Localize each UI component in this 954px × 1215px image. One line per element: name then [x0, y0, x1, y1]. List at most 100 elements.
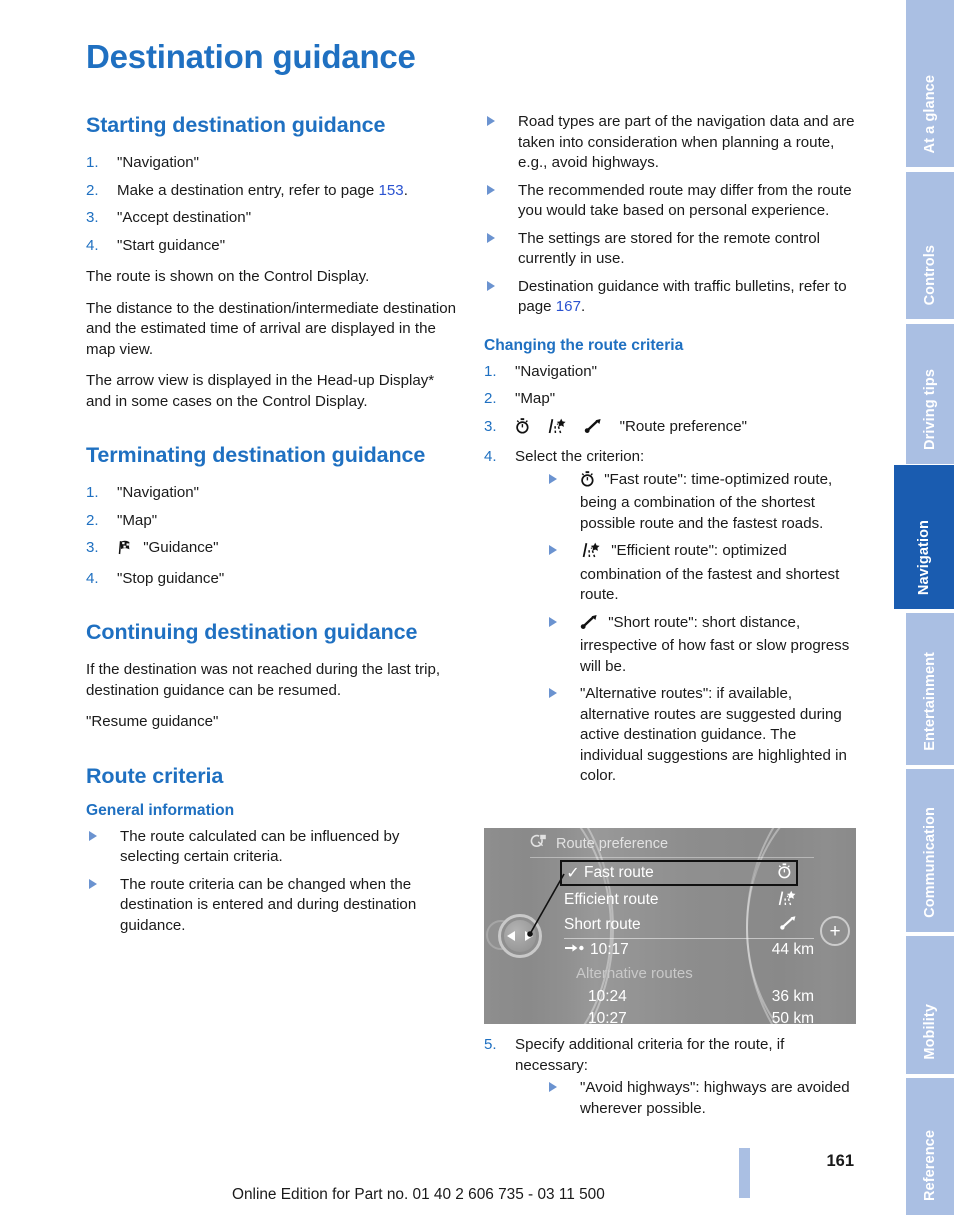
paragraph: The distance to the destination/intermed… — [86, 299, 457, 358]
sidebar-item-controls[interactable]: Controls — [906, 172, 954, 319]
page-number-bar — [739, 1148, 750, 1198]
list-item: "Avoid highways": highways are avoided w… — [546, 1078, 858, 1119]
sidebar-item-at-a-glance[interactable]: At a glance — [906, 0, 954, 167]
stopwatch-icon — [580, 470, 595, 494]
step-text: "Navigation" — [117, 484, 200, 501]
short-route-icon — [584, 418, 603, 441]
sidebar-item-entertainment[interactable]: Entertainment — [906, 613, 954, 765]
list-item: 3. "Accept destination" — [86, 208, 460, 229]
sidebar-item-reference[interactable]: Reference — [906, 1078, 954, 1215]
page-reference-153[interactable]: 153 — [379, 182, 404, 199]
control-display-screenshot: Route preference ✓ Fast route Efficient … — [484, 828, 856, 1024]
page-number: 161 — [826, 1152, 854, 1170]
triangle-bullet-icon — [549, 545, 557, 555]
triangle-bullet-icon — [549, 616, 557, 627]
step5-block: 5. Specify additional criteria for the r… — [484, 1035, 858, 1130]
bullets-additional-criteria: "Avoid highways": highways are avoided w… — [515, 1078, 858, 1119]
footer-note: Online Edition for Part no. 01 40 2 606 … — [232, 1186, 605, 1203]
display-divider — [564, 938, 814, 939]
bullet-text: "Fast route": time-optimized route, bein… — [580, 470, 833, 532]
section-heading-continuing-destination-guidance: Continuing destination guidance — [86, 620, 418, 644]
display-arrival-time: 10:24 — [588, 988, 627, 1005]
display-distance: 50 km — [771, 1010, 814, 1024]
map-preference-icon — [530, 834, 547, 854]
triangle-bullet-icon — [89, 830, 97, 841]
triangle-bullet-icon — [89, 878, 97, 889]
right-column: Road types are part of the navigation da… — [484, 112, 858, 798]
display-alternative-route-row[interactable]: 10:27 50 km — [588, 1010, 814, 1024]
tab-label: Navigation — [916, 519, 932, 595]
checkmark-icon: ✓ — [566, 865, 580, 882]
display-title: Route preference — [556, 836, 669, 852]
display-row-label: Fast route — [584, 864, 654, 881]
subheading-changing-the-route-criteria: Changing the route criteria — [484, 336, 684, 354]
step-number: 3. — [484, 417, 497, 435]
list-item: 3. "Route preference" — [484, 417, 858, 441]
step-number: 4. — [484, 448, 497, 465]
display-row-fast-route[interactable]: ✓ Fast route — [560, 860, 798, 886]
list-item: "Efficient route": optimized combination… — [546, 541, 858, 606]
step-text: "Map" — [117, 511, 158, 529]
stopwatch-icon — [766, 862, 792, 884]
bullet-text-post: . — [580, 298, 586, 315]
list-item: 5. Specify additional criteria for the r… — [484, 1035, 858, 1119]
list-item: "Short route": short distance, irrespect… — [546, 613, 858, 678]
paragraph: The arrow view is displayed in the Head-… — [86, 372, 435, 410]
display-row-label: Efficient route — [564, 891, 659, 908]
tab-label: Entertainment — [922, 652, 938, 751]
arrow-left-icon — [507, 931, 515, 941]
tab-label: Driving tips — [922, 369, 938, 450]
step-text: Make a destination entry, refer to page — [117, 181, 379, 199]
display-row-short-route[interactable]: Short route — [564, 913, 798, 937]
bullet-text: "Short route": short distance, irrespect… — [580, 613, 850, 675]
display-row-label: Short route — [564, 916, 641, 933]
list-item: 2. "Map" — [484, 389, 858, 410]
list-item: Destination guidance with traffic bullet… — [484, 277, 858, 318]
display-header: Route preference — [530, 834, 668, 854]
step-text: "Accept destination" — [117, 209, 252, 226]
manual-page: Destination guidance Starting destinatio… — [0, 0, 954, 1215]
display-plus-button[interactable]: + — [820, 916, 850, 946]
step-text: "Stop guidance" — [117, 569, 225, 587]
list-item: 1. "Navigation" — [484, 362, 858, 383]
steps-terminating-destination-guidance: 1. "Navigation" 2. "Map" 3. "Guidance" 4… — [86, 483, 460, 589]
page-reference-167[interactable]: 167 — [556, 298, 581, 315]
efficient-route-icon — [580, 542, 602, 565]
display-row-efficient-route[interactable]: Efficient route — [564, 888, 798, 912]
step-number: 2. — [86, 511, 99, 529]
checkered-flag-icon — [117, 540, 134, 562]
sidebar-item-driving-tips[interactable]: Driving tips — [906, 324, 954, 464]
sidebar-item-navigation[interactable]: Navigation — [894, 465, 954, 609]
list-item: "Alternative routes": if available, alte… — [546, 684, 858, 787]
step-text: "Start guidance" — [117, 236, 226, 254]
bullet-text: "Avoid highways": highways are avoided w… — [580, 1079, 850, 1117]
arrow-to-dot-icon — [564, 941, 590, 959]
short-route-icon — [580, 614, 599, 637]
display-alternative-route-row[interactable]: 10:24 36 km — [588, 988, 814, 1006]
list-item: 1. "Navigation" — [86, 483, 460, 504]
list-item: 4. Select the criterion: "Fast route": t… — [484, 447, 858, 787]
step-text: "Route preference" — [619, 417, 747, 435]
tab-label: Mobility — [922, 1004, 938, 1060]
tab-label: Controls — [922, 244, 938, 305]
display-main-route-info: 10:17 44 km — [564, 941, 814, 959]
step-number: 3. — [86, 209, 99, 226]
triangle-bullet-icon — [549, 1082, 557, 1092]
arrow-right-icon — [525, 931, 533, 941]
display-alternative-routes-label: Alternative routes — [576, 965, 693, 982]
efficient-route-icon — [772, 890, 798, 911]
sidebar-item-communication[interactable]: Communication — [906, 769, 954, 932]
display-distance: 36 km — [771, 988, 814, 1005]
list-item: "Fast route": time-optimized route, bein… — [546, 470, 858, 535]
short-route-icon — [772, 915, 798, 936]
display-arrival-time: 10:27 — [588, 1010, 627, 1024]
step-number: 3. — [86, 539, 99, 556]
step-number: 4. — [86, 236, 99, 254]
display-knob-button[interactable] — [504, 920, 536, 952]
triangle-bullet-icon — [487, 232, 495, 243]
bullets-route-criteria-options: "Fast route": time-optimized route, bein… — [515, 470, 858, 787]
subheading-general-information: General information — [86, 801, 235, 819]
list-item: 2. Make a destination entry, refer to pa… — [86, 181, 460, 202]
list-item: The route calculated can be influenced b… — [86, 827, 460, 868]
sidebar-item-mobility[interactable]: Mobility — [906, 936, 954, 1074]
